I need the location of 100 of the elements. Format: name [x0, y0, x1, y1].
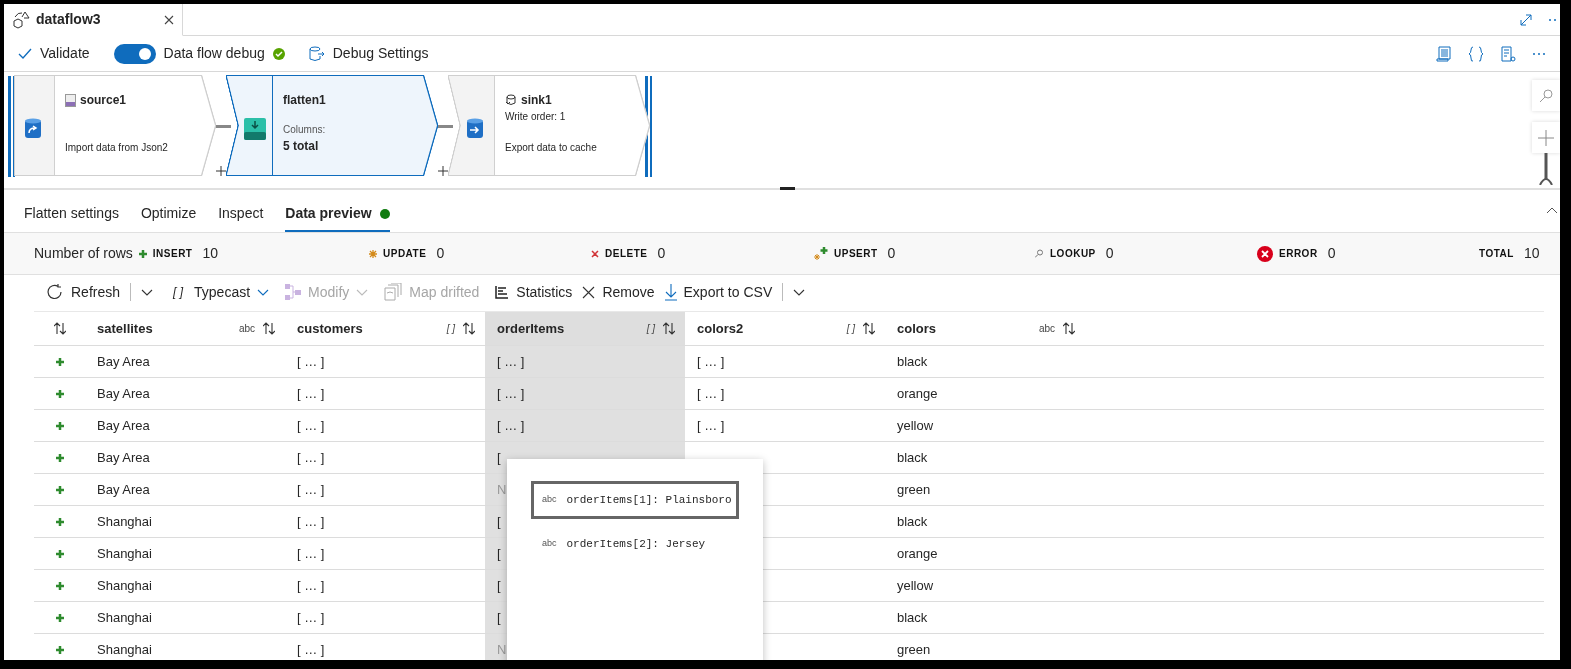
popup-item[interactable]: abc orderItems[2]: Jersey — [531, 525, 739, 563]
count-label: TOTAL — [1479, 247, 1514, 261]
panel-tab[interactable]: Inspect — [218, 203, 264, 232]
table-cell-text: [ … ] — [297, 640, 325, 659]
dropdown-button[interactable] — [141, 288, 154, 296]
count-label: LOOKUP — [1050, 247, 1096, 261]
node-subtitle: Write order: 1 — [505, 110, 567, 124]
flow-node[interactable]: flatten1 Columns: 5 total — [227, 76, 437, 175]
node-title: sink1 — [521, 92, 552, 109]
add-icon[interactable] — [216, 166, 226, 176]
export-button[interactable]: Export to CSV — [664, 281, 773, 303]
count-value: 0 — [1327, 244, 1336, 263]
close-icon — [582, 285, 596, 299]
table-cell-text: N — [497, 640, 507, 659]
count-label: INSERT — [152, 247, 193, 261]
rows-label: Number of rows — [34, 244, 133, 263]
table-cell-text: [ … ] — [297, 416, 325, 435]
column-header[interactable]: colors2 [ ] — [685, 312, 885, 345]
debug-toggle[interactable] — [113, 43, 156, 64]
insert-icon — [55, 549, 64, 558]
table-cell-text: Bay Area — [97, 448, 150, 467]
column-header[interactable]: colors abc — [885, 312, 1085, 345]
insert-icon — [138, 249, 147, 258]
sort-icon[interactable] — [663, 322, 675, 335]
table-cell-text: [ … ] — [297, 544, 325, 563]
column-type: abc — [1038, 322, 1055, 336]
table-cell-text: black — [897, 448, 928, 467]
column-header[interactable]: orderItems [ ] — [485, 312, 685, 345]
modify-icon — [285, 284, 302, 300]
column-header[interactable]: customers [ ] — [285, 312, 485, 345]
table-cell-text: orange — [897, 384, 938, 403]
search-icon — [1539, 88, 1553, 103]
table-cell-text: [ … ] — [297, 512, 325, 531]
success-icon — [272, 47, 285, 60]
debug-settings-button[interactable]: Debug Settings — [308, 43, 429, 64]
table-cell-text: Shanghai — [97, 640, 152, 659]
refresh-button[interactable]: Refresh — [46, 281, 121, 303]
insert-icon — [55, 357, 64, 366]
insert-icon — [55, 421, 64, 430]
upsert-icon — [813, 247, 828, 260]
plus-icon — [1538, 129, 1554, 146]
column-count: 5 total — [283, 138, 320, 155]
sort-icon[interactable] — [263, 322, 275, 335]
insert-icon — [55, 485, 64, 494]
sort-icon[interactable] — [863, 322, 875, 335]
insert-icon — [55, 613, 64, 622]
more-icon[interactable] — [1532, 51, 1546, 56]
properties-icon[interactable] — [1500, 45, 1516, 62]
sort-icon[interactable] — [463, 322, 475, 335]
document-tab[interactable]: dataflow3 — [4, 4, 183, 36]
table-cell-text: Shanghai — [97, 608, 152, 627]
file-icon — [65, 93, 76, 107]
count-value: 0 — [887, 244, 896, 263]
table-cell-text: [ — [497, 544, 501, 563]
count-label: DELETE — [605, 247, 648, 261]
remove-button[interactable]: Remove — [582, 281, 655, 303]
toggle-label: Data flow debug — [163, 44, 265, 63]
popup-item[interactable]: abc orderItems[1]: Plainsboro — [531, 481, 739, 519]
table-cell-text: [ … ] — [497, 384, 525, 403]
panel-tab[interactable]: Optimize — [140, 203, 197, 232]
expand-icon[interactable] — [1520, 13, 1532, 26]
table-cell-text: Bay Area — [97, 384, 150, 403]
add-icon[interactable] — [438, 166, 448, 176]
table-cell-text: green — [897, 480, 931, 499]
script-icon[interactable] — [1436, 45, 1452, 62]
dropdown-button[interactable] — [793, 288, 806, 296]
close-button[interactable] — [164, 14, 174, 25]
insert-icon — [55, 389, 64, 398]
column-type: [ ] — [446, 322, 455, 336]
collapse-icon[interactable] — [1546, 206, 1558, 214]
table-cell-text: yellow — [897, 416, 934, 435]
table-cell-text: Shanghai — [97, 544, 152, 563]
sort-icon[interactable] — [1063, 322, 1075, 335]
sort-icon[interactable] — [53, 322, 66, 335]
typecast-button[interactable]: [ ] Typecast — [173, 281, 270, 303]
table-cell-text: [ — [497, 576, 501, 595]
dataflow-icon — [12, 10, 30, 29]
table-cell-text: orange — [897, 544, 938, 563]
count-label: UPSERT — [834, 247, 878, 261]
insert-icon — [55, 517, 64, 526]
close-icon — [164, 14, 174, 25]
table-cell-text: black — [897, 512, 928, 531]
caret-icon — [793, 288, 806, 296]
table-cell-text: [ — [497, 608, 501, 627]
flow-node[interactable]: source1 Import data from Json2 — [15, 76, 215, 175]
splitter-handle[interactable] — [780, 187, 795, 190]
node-caption: Columns: — [283, 123, 327, 137]
checkmark-icon — [18, 47, 32, 60]
zoom-slider-handle[interactable] — [1539, 153, 1553, 185]
code-icon[interactable] — [1468, 45, 1484, 62]
table-cell-text: [ … ] — [297, 352, 325, 371]
column-header[interactable]: satellites abc — [85, 312, 285, 345]
validate-button[interactable]: Validate — [18, 43, 90, 64]
lookup-icon — [1035, 249, 1044, 258]
node-title: flatten1 — [283, 92, 326, 109]
more-icon[interactable] — [1548, 17, 1556, 22]
statistics-button[interactable]: Statistics — [495, 281, 573, 303]
table-cell-text: [ … ] — [697, 416, 725, 435]
flow-node[interactable]: sink1 Write order: 1 Export data to cache — [449, 76, 649, 175]
panel-tab[interactable]: Flatten settings — [24, 203, 119, 232]
